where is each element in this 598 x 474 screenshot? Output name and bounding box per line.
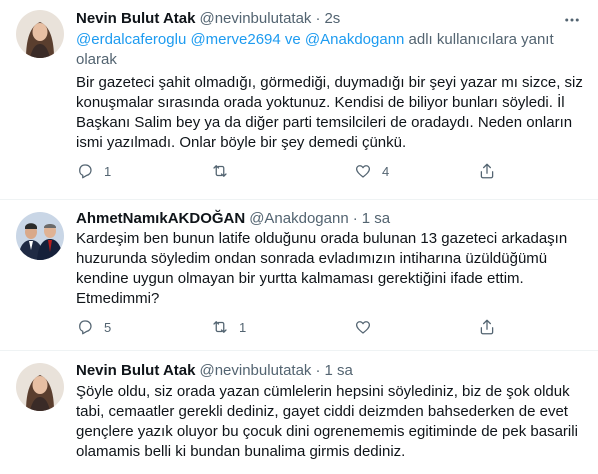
share-icon (480, 319, 494, 335)
tweet-text-line: Kardeşim ben bunun latife olduğunu orada… (76, 230, 568, 247)
separator-dot: · (315, 9, 321, 27)
share-icon (480, 163, 494, 179)
author-handle[interactable]: @nevinbulutatak (199, 10, 311, 27)
author-name[interactable]: Nevin Bulut Atak (76, 10, 195, 27)
separator-dot: · (315, 361, 321, 379)
avatar[interactable] (16, 10, 64, 58)
tweet-header: AhmetNamıkAKDOĞAN @Anakdogann · 1 sa (76, 208, 390, 228)
share-button[interactable] (478, 318, 496, 336)
tweet-2[interactable]: AhmetNamıkAKDOĞAN @Anakdogann · 1 sa Kar… (0, 200, 598, 350)
tweet-3[interactable]: Nevin Bulut Atak @nevinbulutatak · 1 sa … (0, 351, 598, 474)
reply-count: 5 (104, 319, 112, 335)
author-name[interactable]: Nevin Bulut Atak (76, 362, 195, 379)
reply-button[interactable]: 1 (76, 162, 111, 180)
avatar[interactable] (16, 363, 64, 411)
tweet-text-line: gençlere yazık oluyor bu çocuk dini ogre… (76, 423, 578, 440)
retweet-count: 1 (239, 319, 247, 335)
reply-button[interactable]: 5 (76, 318, 111, 336)
reply-context: @erdalcaferoglu @merve2694 ve @Anakdogan… (76, 30, 576, 70)
like-button[interactable]: 4 (354, 162, 389, 180)
tweet-text-line: kendine uygun olmayan bir yurtta kalmama… (76, 270, 524, 287)
tweet-text-line: Etmedimmi? (76, 290, 160, 307)
avatar[interactable] (16, 212, 64, 260)
timestamp[interactable]: 1 sa (362, 210, 390, 227)
author-name[interactable]: AhmetNamıkAKDOĞAN (76, 210, 245, 227)
tweet-text-line: ismi yazılmadı. Onlar böyle bir şey deme… (76, 134, 407, 151)
tweet-text-line: Şöyle oldu, siz orada yazan cümlelerin h… (76, 383, 570, 400)
separator-dot: · (352, 209, 358, 227)
tweet-actions: 5 1 (76, 318, 496, 338)
retweet-button[interactable]: 1 (211, 318, 246, 336)
reply-count: 1 (104, 163, 112, 179)
reply-mentions-link[interactable]: @erdalcaferoglu @merve2694 ve @Anakdogan… (76, 31, 404, 48)
tweet-text-line: tabi, cemaatler gerekli dediniz, gayet c… (76, 403, 568, 420)
tweet-text-line: Başkanı Salim bey ya da diğer parti tems… (76, 114, 573, 131)
tweet-actions: 1 4 (76, 162, 496, 182)
tweet-header: Nevin Bulut Atak @nevinbulutatak · 1 sa (76, 360, 353, 380)
timestamp[interactable]: 1 sa (324, 362, 352, 379)
tweet-text: Bir gazeteci şahit olmadığı, görmediği, … (76, 73, 586, 153)
author-handle[interactable]: @Anakdogann (249, 210, 348, 227)
tweet-text: Şöyle oldu, siz orada yazan cümlelerin h… (76, 382, 586, 462)
retweet-icon (213, 321, 227, 333)
timestamp[interactable]: 2s (324, 10, 340, 27)
reply-icon (79, 320, 92, 335)
like-count: 4 (382, 163, 390, 179)
retweet-button[interactable] (211, 162, 239, 180)
tweet-text-line: konuşmalar sırasında orada yoktunuz. Ken… (76, 94, 565, 111)
tweet-text-line: olamamis belli ki bundan bunalima girmis… (76, 443, 406, 460)
reply-icon (79, 164, 92, 179)
share-button[interactable] (478, 162, 496, 180)
tweet-text: Kardeşim ben bunun latife olduğunu orada… (76, 229, 586, 309)
like-button[interactable] (354, 318, 382, 336)
tweet-text-line: huzurunda söyledim ondan sonrada evladım… (76, 250, 548, 267)
more-options-button[interactable] (562, 10, 582, 30)
retweet-icon (213, 165, 227, 177)
heart-icon (355, 165, 371, 178)
tweet-1[interactable]: Nevin Bulut Atak @nevinbulutatak · 2s @e… (0, 0, 598, 200)
heart-icon (355, 321, 371, 334)
tweet-text-line: Bir gazeteci şahit olmadığı, görmediği, … (76, 74, 583, 91)
tweet-header: Nevin Bulut Atak @nevinbulutatak · 2s (76, 8, 340, 28)
author-handle[interactable]: @nevinbulutatak (199, 362, 311, 379)
more-horizontal-icon (565, 18, 579, 22)
